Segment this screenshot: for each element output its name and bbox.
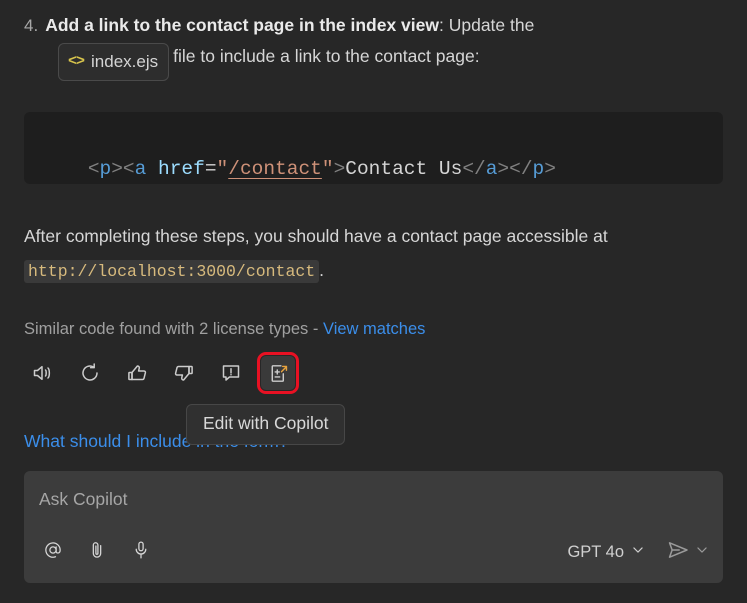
- code-brackets-icon: <>: [68, 53, 85, 70]
- code-token: ": [321, 158, 334, 180]
- code-token: href: [158, 158, 205, 180]
- chevron-down-icon: [695, 543, 709, 562]
- thumbs-down-button[interactable]: [167, 356, 201, 390]
- refresh-icon: [78, 361, 102, 385]
- voice-button[interactable]: [126, 537, 156, 567]
- send-button[interactable]: [665, 537, 691, 568]
- chat-input-toolbar: GPT 4o: [24, 535, 723, 569]
- code-token: ><: [111, 158, 135, 180]
- edit-with-copilot-icon: [267, 362, 290, 385]
- code-token: p: [99, 158, 112, 180]
- report-icon: [219, 361, 243, 385]
- thumbs-up-button[interactable]: [120, 356, 154, 390]
- at-sign-icon: [42, 539, 64, 566]
- chat-input-placeholder: Ask Copilot: [39, 489, 128, 509]
- paragraph-text-before: After completing these steps, you should…: [24, 226, 608, 246]
- code-token: =: [204, 158, 217, 180]
- view-matches-link[interactable]: View matches: [323, 320, 425, 338]
- inline-code-url: http://localhost:3000/contact: [24, 260, 320, 283]
- attach-button[interactable]: [82, 537, 112, 567]
- chat-input-right-actions: GPT 4o: [563, 537, 709, 568]
- license-notice: Similar code found with 2 license types …: [24, 320, 425, 339]
- speaker-icon: [31, 361, 55, 385]
- code-token: >: [333, 158, 346, 180]
- model-selector-label: GPT 4o: [567, 542, 624, 561]
- code-token: ></: [497, 158, 533, 180]
- code-token: ": [216, 158, 229, 180]
- step-after-title: : Update the: [439, 15, 535, 35]
- file-chip-label: index.ejs: [91, 52, 159, 71]
- tooltip: Edit with Copilot: [186, 404, 346, 445]
- code-token-link[interactable]: /contact: [228, 158, 322, 180]
- file-reference-chip[interactable]: <> index.ejs: [58, 43, 170, 81]
- retry-button[interactable]: [73, 356, 107, 390]
- message-action-toolbar: [26, 352, 299, 394]
- chat-input-container[interactable]: Ask Copilot GPT 4o: [24, 471, 723, 583]
- microphone-icon: [130, 539, 152, 566]
- result-paragraph: After completing these steps, you should…: [24, 219, 704, 289]
- read-aloud-button[interactable]: [26, 356, 60, 390]
- chevron-down-icon: [631, 543, 645, 562]
- code-token: p: [532, 158, 545, 180]
- send-options-button[interactable]: [695, 543, 709, 562]
- thumbs-down-icon: [172, 361, 196, 385]
- step-tail-text: file to include a link to the contact pa…: [173, 46, 480, 66]
- code-token: a: [134, 158, 147, 180]
- send-icon: [665, 541, 691, 567]
- paperclip-icon: [86, 539, 108, 566]
- report-button[interactable]: [214, 356, 248, 390]
- license-text: Similar code found with 2 license types …: [24, 320, 323, 338]
- chat-input-left-actions: [38, 537, 156, 567]
- instruction-step: 4. Add a link to the contact page in the …: [24, 10, 724, 81]
- send-controls: [665, 537, 709, 568]
- code-token: a: [485, 158, 498, 180]
- edit-with-copilot-button[interactable]: [257, 352, 299, 394]
- thumbs-up-icon: [125, 361, 149, 385]
- step-second-line: <> index.ejs file to include a link to t…: [24, 41, 724, 81]
- code-token: >: [544, 158, 556, 180]
- code-token: Contact Us: [345, 158, 463, 180]
- code-token: </: [462, 158, 486, 180]
- mention-button[interactable]: [38, 537, 68, 567]
- code-block[interactable]: <p><a href="/contact">Contact Us</a></p>: [24, 112, 723, 184]
- step-number: 4.: [24, 16, 39, 35]
- step-first-line: 4. Add a link to the contact page in the …: [24, 10, 724, 41]
- code-line: <p><a href="/contact">Contact Us</a></p>: [41, 136, 556, 202]
- code-token: <: [87, 158, 100, 180]
- model-selector[interactable]: GPT 4o: [563, 540, 649, 565]
- paragraph-text-after: .: [319, 260, 325, 280]
- step-title: Add a link to the contact page in the in…: [45, 15, 439, 35]
